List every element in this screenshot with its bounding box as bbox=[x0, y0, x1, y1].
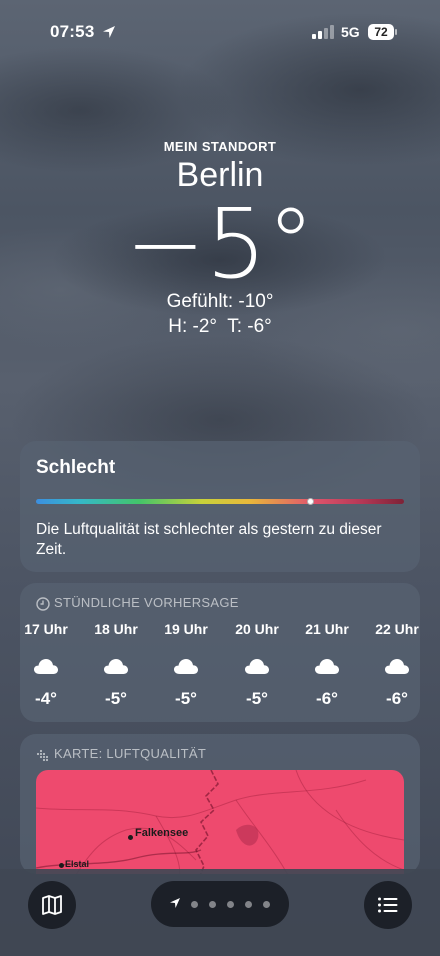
hour-time: 21 Uhr bbox=[305, 621, 349, 637]
hour-item: 21 Uhr -6° bbox=[297, 621, 357, 709]
air-quality-title: Schlecht bbox=[36, 457, 116, 478]
cloud-icon bbox=[174, 659, 198, 674]
hourly-header-label: STÜNDLICHE VORHERSAGE bbox=[54, 595, 239, 610]
page-dot[interactable] bbox=[263, 901, 270, 908]
map-header: KARTE: LUFTQUALITÄT bbox=[36, 746, 206, 762]
air-quality-grid-icon bbox=[36, 749, 49, 761]
place-dot bbox=[59, 863, 64, 868]
location-arrow-icon bbox=[103, 26, 115, 38]
page-dot[interactable] bbox=[245, 901, 252, 908]
hourly-forecast-card[interactable]: STÜNDLICHE VORHERSAGE 17 Uhr -4° 18 Uhr … bbox=[20, 583, 420, 722]
high-low: H: -2° T: -6° bbox=[168, 316, 272, 337]
place-elstal: Elstal bbox=[65, 859, 90, 869]
hour-item: 20 Uhr -5° bbox=[227, 621, 287, 709]
cloud-icon bbox=[34, 659, 58, 674]
page-indicator[interactable] bbox=[151, 881, 289, 927]
air-quality-scale bbox=[36, 499, 404, 504]
air-quality-map[interactable]: Falkensee Elstal bbox=[36, 770, 404, 874]
current-temperature: −5° bbox=[125, 188, 315, 300]
hour-temp: -6° bbox=[386, 689, 408, 708]
hour-temp: -5° bbox=[105, 689, 127, 708]
battery-icon: 72 bbox=[368, 24, 398, 40]
location-arrow-icon bbox=[170, 898, 180, 908]
signal-bars-icon bbox=[312, 25, 334, 39]
list-icon bbox=[378, 897, 398, 913]
hour-item: 19 Uhr -5° bbox=[156, 621, 216, 709]
air-quality-description: Die Luftqualität ist schlechter als gest… bbox=[36, 521, 382, 558]
hour-item: 17 Uhr -4° bbox=[16, 621, 76, 709]
status-time: 07:53 bbox=[50, 22, 95, 41]
hour-temp: -5° bbox=[175, 689, 197, 708]
air-quality-card[interactable]: Schlecht Die Luftqualität ist schlechter… bbox=[20, 441, 420, 572]
map-button[interactable] bbox=[28, 881, 76, 929]
feels-like: Gefühlt: -10° bbox=[166, 291, 274, 312]
hour-time: 20 Uhr bbox=[235, 621, 279, 637]
page-dot[interactable] bbox=[191, 901, 198, 908]
air-quality-indicator bbox=[306, 498, 314, 505]
map-header-label: KARTE: LUFTQUALITÄT bbox=[54, 746, 207, 761]
clock-icon bbox=[36, 596, 50, 611]
place-falkensee: Falkensee bbox=[135, 827, 189, 839]
page-dot[interactable] bbox=[227, 901, 234, 908]
network-type: 5G bbox=[341, 24, 360, 40]
hour-item: 18 Uhr -5° bbox=[86, 621, 146, 709]
place-dot bbox=[128, 835, 133, 840]
status-bar: 07:53 5G 72 bbox=[0, 0, 440, 64]
location-label: MEIN STANDORT bbox=[163, 139, 277, 154]
cloud-icon bbox=[104, 659, 128, 674]
cloud-icon bbox=[245, 659, 269, 674]
hour-item: 22 Uhr -6° bbox=[367, 621, 427, 709]
hour-time: 22 Uhr bbox=[375, 621, 419, 637]
battery-level: 72 bbox=[368, 24, 394, 40]
list-button[interactable] bbox=[364, 881, 412, 929]
hour-temp: -6° bbox=[316, 689, 338, 708]
map-icon bbox=[42, 895, 62, 915]
hour-temp: -4° bbox=[35, 689, 57, 708]
hour-time: 19 Uhr bbox=[164, 621, 208, 637]
air-quality-map-card[interactable]: KARTE: LUFTQUALITÄT Falkensee Elstal bbox=[20, 734, 420, 874]
cloud-icon bbox=[385, 659, 409, 674]
hour-time: 18 Uhr bbox=[94, 621, 138, 637]
hourly-header: STÜNDLICHE VORHERSAGE bbox=[36, 595, 239, 611]
hour-temp: -5° bbox=[246, 689, 268, 708]
cloud-icon bbox=[315, 659, 339, 674]
page-dot[interactable] bbox=[209, 901, 216, 908]
hourly-list[interactable]: 17 Uhr -4° 18 Uhr -5° 19 Uhr -5° 20 Uhr … bbox=[20, 621, 420, 717]
map-roads bbox=[36, 770, 404, 874]
hour-time: 17 Uhr bbox=[24, 621, 68, 637]
